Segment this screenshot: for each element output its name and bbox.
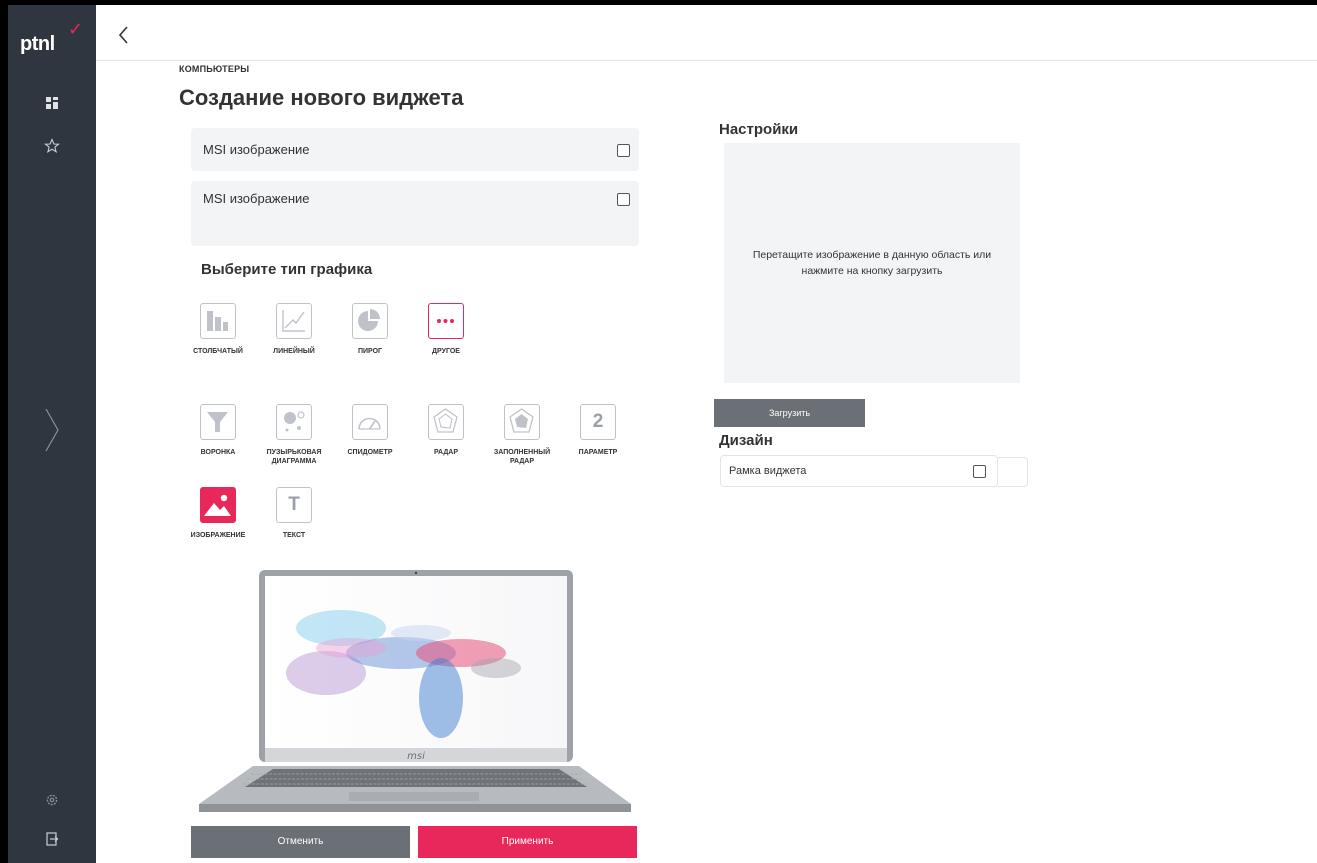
breadcrumb[interactable]: КОМПЬЮТЕРЫ [179, 64, 249, 74]
chart-type-label: ЛИНЕЙНЫЙ [273, 348, 315, 355]
topbar [96, 5, 1317, 61]
widget-name-value: MSI изображение [203, 191, 310, 206]
laptop-brand-text: msi [407, 751, 425, 762]
chart-type-label: СПИДОМЕТР [347, 449, 393, 456]
filled-radar-icon [504, 404, 540, 440]
app-window: ptnl ✓ КОМПЬЮТЕРЫ Создание нового виджет… [8, 5, 1317, 863]
chart-type-label: СТОЛБЧАТЫЙ [193, 348, 243, 355]
chart-type-label: ИЗОБРАЖЕНИЕ [190, 532, 246, 539]
line-chart-icon [276, 303, 312, 339]
chart-type-bubble[interactable]: ПУЗЫРЬКОВАЯ ДИАГРАММА [258, 404, 330, 466]
logo-text: ptnl [20, 33, 55, 55]
star-icon[interactable] [44, 138, 60, 154]
chart-type-text[interactable]: T ТЕКСТ [258, 487, 330, 540]
parameter-icon: 2 [580, 404, 616, 440]
apply-button[interactable]: Применить [418, 826, 637, 858]
settings-title: Настройки [719, 121, 799, 138]
widget-preview-image: msi [191, 568, 637, 820]
chart-type-label: ТЕКСТ [282, 532, 306, 539]
more-icon [428, 303, 464, 339]
back-chevron-icon[interactable] [114, 23, 134, 47]
bubble-chart-icon [276, 404, 312, 440]
widget-frame-checkbox[interactable] [973, 465, 986, 478]
radar-icon [428, 404, 464, 440]
chart-type-line[interactable]: ЛИНЕЙНЫЙ [258, 303, 330, 356]
widget-frame-label: Рамка виджета [729, 465, 807, 477]
widget-frame-field[interactable]: Рамка виджета [720, 455, 998, 487]
sidebar: ptnl ✓ [8, 5, 96, 863]
chart-type-image[interactable]: ИЗОБРАЖЕНИЕ [182, 487, 254, 540]
chart-type-filled-radar[interactable]: ЗАПОЛНЕННЫЙ РАДАР [486, 404, 558, 466]
widget-name-field[interactable]: MSI изображение [191, 128, 639, 171]
widget-frame-color-swatch[interactable] [998, 457, 1028, 487]
image-dropzone[interactable]: Перетащите изображение в данную область … [724, 143, 1020, 383]
chart-type-parameter[interactable]: 2 ПАРАМЕТР [562, 404, 634, 457]
chart-type-title: Выберите тип графика [201, 261, 373, 278]
chart-type-speedometer[interactable]: СПИДОМЕТР [334, 404, 406, 457]
dropzone-text: Перетащите изображение в данную область … [752, 249, 992, 277]
image-icon [200, 487, 236, 523]
chart-type-label: ДРУГОЕ [432, 348, 460, 355]
funnel-icon [200, 404, 236, 440]
chart-type-bar[interactable]: СТОЛБЧАТЫЙ [182, 303, 254, 356]
gear-icon[interactable] [44, 792, 60, 808]
sidebar-expand-chevron-icon[interactable] [42, 405, 62, 455]
chart-type-label: ПУЗЫРЬКОВАЯ ДИАГРАММА [266, 449, 322, 465]
chart-type-radar[interactable]: РАДАР [410, 404, 482, 457]
pie-chart-icon [352, 303, 388, 339]
widget-name-field[interactable]: MSI изображение [191, 181, 639, 246]
chart-type-other[interactable]: ДРУГОЕ [410, 303, 482, 356]
text-glyph: T [288, 494, 300, 515]
bar-chart-icon [200, 303, 236, 339]
widget-name-checkbox[interactable] [617, 144, 630, 157]
chart-type-label: ПАРАМЕТР [578, 449, 618, 456]
cancel-button[interactable]: Отменить [191, 826, 410, 858]
widget-name-checkbox[interactable] [617, 193, 630, 206]
page-title: Создание нового виджета [179, 85, 464, 110]
chart-type-funnel[interactable]: ВОРОНКА [182, 404, 254, 457]
dashboard-icon[interactable] [44, 95, 60, 111]
chart-type-label: ВОРОНКА [200, 449, 236, 456]
chart-type-label: РАДАР [433, 449, 459, 456]
text-icon: T [276, 487, 312, 523]
chart-type-label: ЗАПОЛНЕННЫЙ РАДАР [493, 449, 551, 465]
design-title: Дизайн [719, 432, 773, 449]
logout-icon[interactable] [44, 831, 60, 847]
chart-type-label: ПИРОГ [357, 348, 383, 355]
widget-name-value: MSI изображение [203, 142, 310, 157]
chart-type-pie[interactable]: ПИРОГ [334, 303, 406, 356]
logo-check-icon: ✓ [68, 19, 83, 39]
parameter-glyph: 2 [592, 411, 604, 432]
upload-button[interactable]: Загрузить [714, 399, 865, 427]
speedometer-icon [352, 404, 388, 440]
logo: ptnl ✓ [20, 19, 83, 56]
